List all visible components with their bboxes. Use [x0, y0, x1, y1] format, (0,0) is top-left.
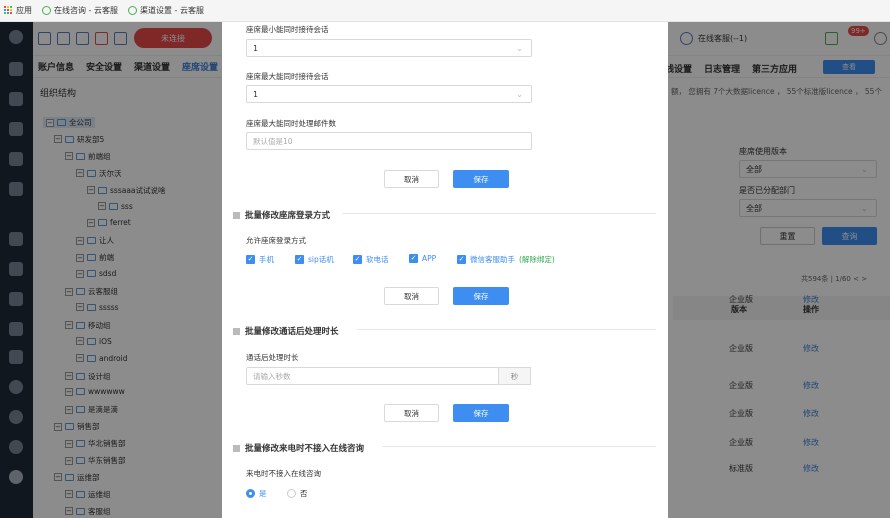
cancel-button[interactable]: 取消	[384, 170, 439, 188]
cloud-service-icon	[127, 6, 137, 15]
bookmark-apps[interactable]: 应用	[4, 5, 32, 16]
divider	[342, 213, 656, 214]
section-marker	[233, 444, 240, 452]
bookmark-label: 在线咨询 - 云客服	[54, 6, 118, 15]
divider	[382, 446, 656, 447]
unbind-link[interactable]: (解除绑定)	[519, 254, 555, 265]
radio-empty-icon	[287, 489, 296, 498]
section-marker	[233, 211, 240, 219]
radio-selected-icon	[246, 489, 255, 498]
checkbox-checked-icon: ✓	[409, 254, 418, 263]
save-button[interactable]: 保存	[453, 404, 509, 422]
section-marker	[233, 327, 240, 335]
login-section-title: 批量修改座席登录方式	[233, 209, 330, 221]
bookmark-label: 应用	[16, 6, 32, 15]
cancel-button[interactable]: 取消	[384, 287, 439, 305]
cancel-button[interactable]: 取消	[384, 404, 439, 422]
after-call-suffix: 秒	[498, 367, 531, 385]
after-call-section-label: 批量修改通话后处理时长	[245, 327, 339, 337]
max-mail-input[interactable]: 默认值是10	[246, 132, 532, 150]
bookmark-label: 渠道设置 - 云客服	[139, 6, 204, 15]
min-sessions-select[interactable]: 1 ⌄	[246, 39, 532, 57]
radio-yes[interactable]: 是	[246, 488, 267, 499]
login-option-label: APP	[422, 254, 437, 263]
radio-no[interactable]: 否	[287, 488, 308, 499]
chevron-down-icon: ⌄	[516, 90, 523, 99]
after-call-label: 通话后处理时长	[246, 353, 299, 362]
login-option-wechat[interactable]: ✓ 微信客服助手 (解除绑定)	[457, 254, 555, 265]
max-sessions-label: 座席最大能同时接待会话	[246, 72, 329, 81]
apps-grid-icon	[4, 6, 13, 15]
login-option-label: 软电话	[366, 255, 389, 264]
bookmark-bar: 应用 在线咨询 - 云客服 渠道设置 - 云客服	[0, 0, 890, 22]
batch-edit-modal: 座席最小能同时接待会话 1 ⌄ 座席最大能同时接待会话 1 ⌄ 座席最大能同时处理邮…	[222, 22, 668, 518]
incoming-label: 来电时不接入在线咨询	[246, 469, 321, 478]
bookmark-online-consult[interactable]: 在线咨询 - 云客服	[42, 5, 118, 16]
after-call-input[interactable]: 请输入秒数	[246, 367, 499, 385]
max-mail-label: 座席最大能同时处理邮件数	[246, 119, 336, 128]
checkbox-checked-icon: ✓	[353, 255, 362, 264]
max-sessions-value: 1	[253, 89, 259, 99]
max-sessions-select[interactable]: 1 ⌄	[246, 85, 532, 103]
min-sessions-label: 座席最小能同时接待会话	[246, 25, 329, 34]
cloud-service-icon	[42, 6, 51, 15]
login-option-app[interactable]: ✓ APP	[409, 254, 436, 263]
checkbox-checked-icon: ✓	[295, 255, 304, 264]
checkbox-checked-icon: ✓	[457, 255, 466, 264]
login-option-label: sip话机	[308, 255, 334, 264]
login-methods-label: 允许座席登录方式	[246, 236, 306, 245]
chevron-down-icon: ⌄	[516, 44, 523, 53]
radio-label: 否	[300, 489, 308, 498]
login-option-sip[interactable]: ✓ sip话机	[295, 254, 334, 265]
save-button[interactable]: 保存	[453, 287, 509, 305]
login-option-label: 手机	[259, 255, 274, 264]
checkbox-checked-icon: ✓	[246, 255, 255, 264]
after-call-section-title: 批量修改通话后处理时长	[233, 325, 339, 337]
login-option-phone[interactable]: ✓ 手机	[246, 254, 274, 265]
incoming-section-label: 批量修改来电时不接入在线咨询	[245, 444, 365, 454]
radio-label: 是	[259, 489, 267, 498]
login-section-label: 批量修改座席登录方式	[245, 211, 331, 221]
min-sessions-value: 1	[253, 43, 259, 53]
login-option-softphone[interactable]: ✓ 软电话	[353, 254, 389, 265]
login-option-label: 微信客服助手	[470, 255, 515, 264]
bookmark-channel-settings[interactable]: 渠道设置 - 云客服	[127, 5, 204, 16]
divider	[357, 329, 656, 330]
save-button[interactable]: 保存	[453, 170, 509, 188]
incoming-section-title: 批量修改来电时不接入在线咨询	[233, 442, 364, 454]
